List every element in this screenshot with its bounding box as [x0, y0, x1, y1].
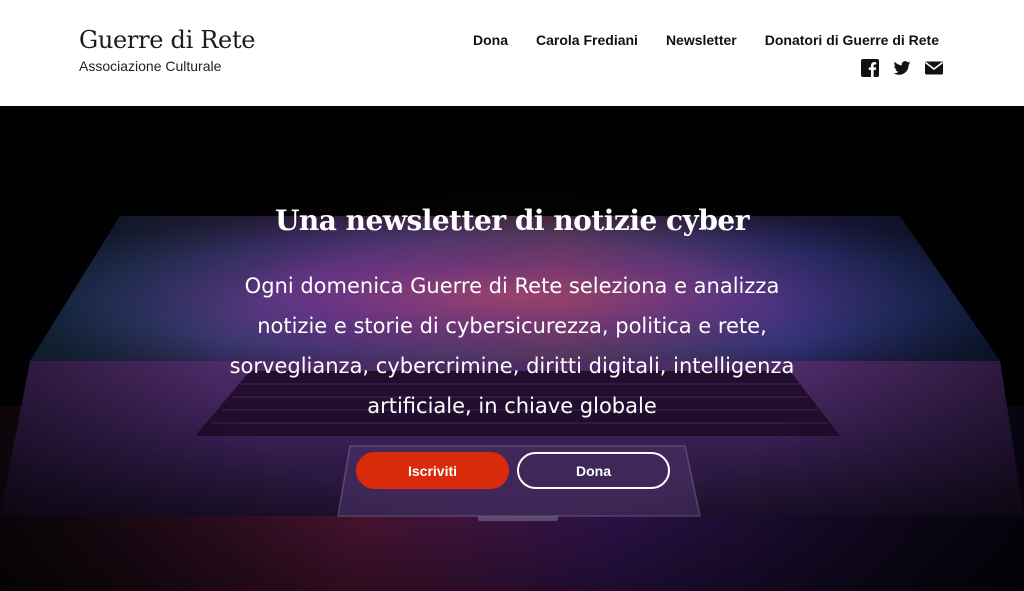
email-icon[interactable]	[924, 58, 944, 78]
social-links	[860, 58, 944, 78]
site-header: Guerre di Rete Associazione Culturale Do…	[0, 0, 1024, 106]
nav-item-donatori[interactable]: Donatori di Guerre di Rete	[765, 32, 939, 48]
hero-title: Una newsletter di notizie cyber	[275, 204, 749, 237]
site-title[interactable]: Guerre di Rete	[79, 26, 256, 54]
donate-button[interactable]: Dona	[517, 452, 670, 489]
facebook-icon[interactable]	[860, 58, 880, 78]
site-description: Associazione Culturale	[79, 58, 222, 74]
hero-description: Ogni domenica Guerre di Rete seleziona e…	[229, 274, 795, 418]
hero-banner: Una newsletter di notizie cyber Ogni dom…	[0, 106, 1024, 591]
main-nav: Dona Carola Frediani Newsletter Donatori…	[473, 32, 939, 48]
subscribe-button[interactable]: Iscriviti	[356, 452, 509, 489]
twitter-icon[interactable]	[892, 58, 912, 78]
nav-item-carola-frediani[interactable]: Carola Frediani	[536, 32, 638, 48]
nav-item-newsletter[interactable]: Newsletter	[666, 32, 737, 48]
nav-item-dona[interactable]: Dona	[473, 32, 508, 48]
